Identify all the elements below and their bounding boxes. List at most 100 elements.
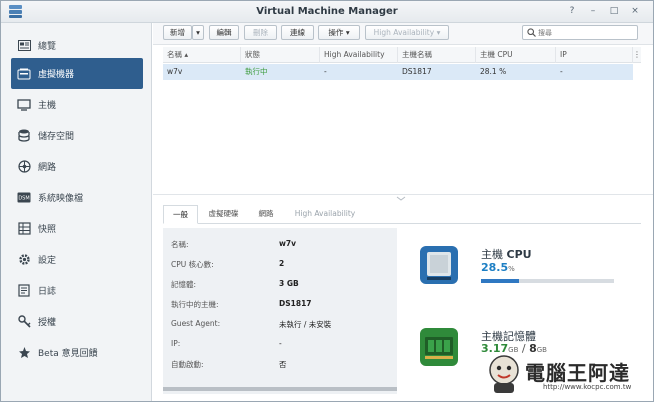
- column-header-name[interactable]: 名稱 ▴: [163, 47, 241, 63]
- sidebar-item-label: 設定: [38, 256, 57, 266]
- sidebar-item-label: 主機: [38, 101, 57, 111]
- field-value: 未執行 / 未安裝: [279, 320, 332, 329]
- sidebar-item-vm[interactable]: 虛擬機器: [11, 58, 143, 89]
- gear-icon: [17, 253, 31, 267]
- sidebar-item-snapshot[interactable]: 快照: [11, 213, 143, 244]
- sidebar-item-host[interactable]: 主機: [11, 89, 143, 120]
- sidebar-item-license[interactable]: 授權: [11, 306, 143, 337]
- tab-network[interactable]: 網路: [249, 205, 283, 224]
- feedback-icon: [17, 346, 31, 360]
- field-label: 記憶體:: [171, 280, 197, 289]
- field-label: 名稱:: [171, 240, 189, 249]
- sidebar-item-network[interactable]: 網路: [11, 151, 143, 182]
- connect-button[interactable]: 連線: [281, 25, 314, 40]
- splitter-handle-icon: [396, 196, 406, 201]
- detail-tabs: 一般 虛擬硬碟 網路 High Availability: [163, 205, 641, 224]
- log-icon: [17, 284, 31, 298]
- sidebar-item-label: 虛擬機器: [38, 70, 75, 80]
- sidebar-item-label: 系統映像檔: [38, 194, 84, 204]
- cpu-chip-icon: [420, 246, 458, 284]
- sidebar-item-label: 日誌: [38, 287, 57, 297]
- new-button[interactable]: 新增: [163, 25, 192, 40]
- chevron-down-icon: ▾: [345, 28, 350, 37]
- cpu-title-prefix: 主機: [481, 248, 507, 261]
- column-header-cpu[interactable]: 主機 CPU: [476, 47, 556, 63]
- snapshot-icon: [17, 222, 31, 236]
- sidebar-item-label: 授權: [38, 318, 57, 328]
- svg-text:DSM: DSM: [18, 196, 29, 202]
- sidebar-item-storage[interactable]: 儲存空間: [11, 120, 143, 151]
- memory-chip-icon: [420, 328, 458, 366]
- cpu-usage-fill: [481, 279, 519, 283]
- cell-cpu: 28.1 %: [480, 67, 507, 76]
- watermark-text: 電腦王阿達: [525, 361, 630, 385]
- column-header-ha[interactable]: High Availability: [320, 47, 398, 63]
- ha-menu-button[interactable]: High Availability ▾: [365, 25, 449, 40]
- sidebar-item-settings[interactable]: 設定: [11, 244, 143, 275]
- image-icon: DSM: [17, 191, 31, 205]
- cell-host: DS1817: [402, 67, 432, 76]
- column-header-ip[interactable]: IP: [556, 47, 633, 63]
- search-icon: [527, 28, 536, 37]
- field-label: 自動啟動:: [171, 360, 204, 369]
- tab-virtual-disk[interactable]: 虛擬硬碟: [200, 205, 247, 224]
- cpu-usage-bar: [481, 279, 614, 283]
- horizontal-scrollbar[interactable]: [163, 387, 397, 391]
- mascot-logo-icon: [489, 355, 519, 393]
- ha-label: High Availability: [373, 28, 435, 37]
- sidebar-item-log[interactable]: 日誌: [11, 275, 143, 306]
- overview-icon: [17, 39, 31, 53]
- field-value: w7v: [279, 239, 297, 248]
- cpu-unit: %: [508, 265, 515, 273]
- cell-ha: -: [324, 67, 327, 76]
- sidebar-item-label: 快照: [38, 225, 57, 235]
- sort-asc-icon: ▴: [184, 50, 189, 59]
- table-header: 名稱 ▴ 狀態 High Availability 主機名稱 主機 CPU IP…: [163, 47, 641, 63]
- cpu-title-bold: CPU: [506, 248, 532, 261]
- cpu-value: 28.5: [481, 261, 509, 274]
- cell-ip: -: [560, 67, 563, 76]
- field-label: CPU 核心數:: [171, 260, 214, 269]
- watermark: 電腦王阿達 http://www.kocpc.com.tw: [485, 351, 650, 401]
- sidebar-item-label: 網路: [38, 163, 57, 173]
- host-icon: [17, 98, 31, 112]
- field-label: Guest Agent:: [171, 319, 221, 328]
- sidebar-item-feedback[interactable]: Beta 意見回饋: [11, 337, 143, 368]
- maximize-button[interactable]: □: [608, 5, 620, 17]
- search-input[interactable]: [538, 27, 633, 38]
- minimize-button[interactable]: –: [587, 5, 599, 17]
- column-options-icon[interactable]: ⋮: [633, 47, 641, 63]
- cell-status: 執行中: [245, 67, 268, 76]
- column-header-host[interactable]: 主機名稱: [398, 47, 476, 63]
- edit-button[interactable]: 編輯: [209, 25, 239, 40]
- cpu-title: 主機 CPU: [481, 246, 532, 262]
- window-title: Virtual Machine Manager: [256, 6, 398, 17]
- sidebar-item-label: 總覽: [38, 42, 57, 52]
- tab-high-availability[interactable]: High Availability: [287, 205, 363, 224]
- cpu-usage-value: 28.5%: [481, 261, 515, 274]
- chevron-down-icon: ▾: [196, 28, 200, 37]
- tab-general[interactable]: 一般: [163, 205, 198, 224]
- action-menu-button[interactable]: 操作 ▾: [318, 25, 360, 40]
- sidebar: 總覽 虛擬機器 主機 儲存空間 網路 DSM 系統映像檔 快照 設定 日誌 授權…: [1, 23, 152, 401]
- delete-button[interactable]: 刪除: [244, 25, 277, 40]
- field-label: 執行中的主機:: [171, 300, 219, 309]
- toolbar: 新增 ▾ 編輯 刪除 連線 操作 ▾ High Availability ▾: [153, 23, 653, 45]
- sidebar-item-overview[interactable]: 總覽: [11, 30, 143, 61]
- table-row[interactable]: w7v 執行中 - DS1817 28.1 % -: [163, 64, 633, 80]
- panel-splitter[interactable]: [153, 194, 653, 201]
- sidebar-item-image[interactable]: DSM 系統映像檔: [11, 182, 143, 213]
- key-icon: [17, 315, 31, 329]
- search-box[interactable]: [522, 25, 638, 40]
- new-dropdown-button[interactable]: ▾: [192, 25, 204, 40]
- field-value: 2: [279, 259, 285, 268]
- field-value: 否: [279, 360, 287, 369]
- close-button[interactable]: ×: [629, 5, 641, 17]
- column-header-status[interactable]: 狀態: [241, 47, 320, 63]
- help-button[interactable]: ?: [566, 5, 578, 17]
- sidebar-item-label: 儲存空間: [38, 132, 75, 142]
- column-header-label: 名稱: [167, 50, 182, 59]
- watermark-url: http://www.kocpc.com.tw: [543, 383, 632, 391]
- vm-icon: [17, 67, 31, 81]
- cell-name: w7v: [167, 67, 183, 76]
